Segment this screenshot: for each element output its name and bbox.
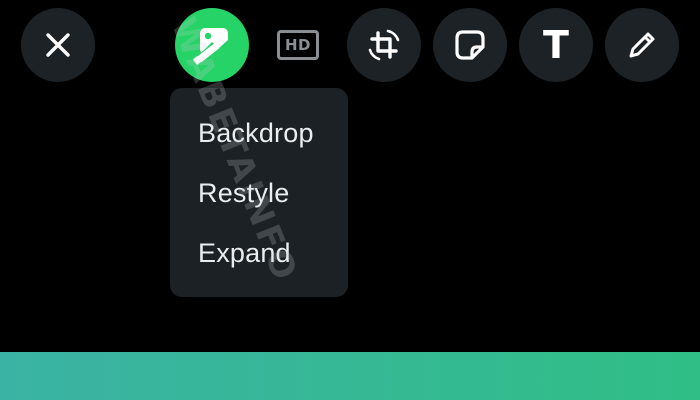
text-icon: T bbox=[543, 23, 569, 67]
pencil-icon bbox=[629, 32, 655, 58]
close-icon bbox=[46, 33, 70, 57]
menu-item-backdrop[interactable]: Backdrop bbox=[170, 103, 348, 163]
close-button[interactable] bbox=[21, 8, 95, 82]
media-editor-screen: HD T Backdrop Restyle Expand WABETAINFO bbox=[0, 0, 700, 400]
ai-edit-menu: Backdrop Restyle Expand bbox=[170, 88, 348, 297]
hd-label: HD bbox=[284, 36, 311, 54]
sticker-button[interactable] bbox=[433, 8, 507, 82]
draw-button[interactable] bbox=[605, 8, 679, 82]
menu-item-expand[interactable]: Expand bbox=[170, 223, 348, 283]
crop-rotate-button[interactable] bbox=[347, 8, 421, 82]
hd-quality-icon: HD bbox=[277, 30, 319, 60]
text-button[interactable]: T bbox=[519, 8, 593, 82]
crop-rotate-icon bbox=[368, 29, 400, 61]
menu-item-restyle[interactable]: Restyle bbox=[170, 163, 348, 223]
ai-edit-button[interactable] bbox=[175, 8, 249, 82]
sticker-icon bbox=[455, 30, 485, 60]
ai-image-edit-icon bbox=[193, 28, 228, 65]
image-preview-strip bbox=[0, 352, 700, 400]
hd-quality-button[interactable]: HD bbox=[261, 8, 335, 82]
